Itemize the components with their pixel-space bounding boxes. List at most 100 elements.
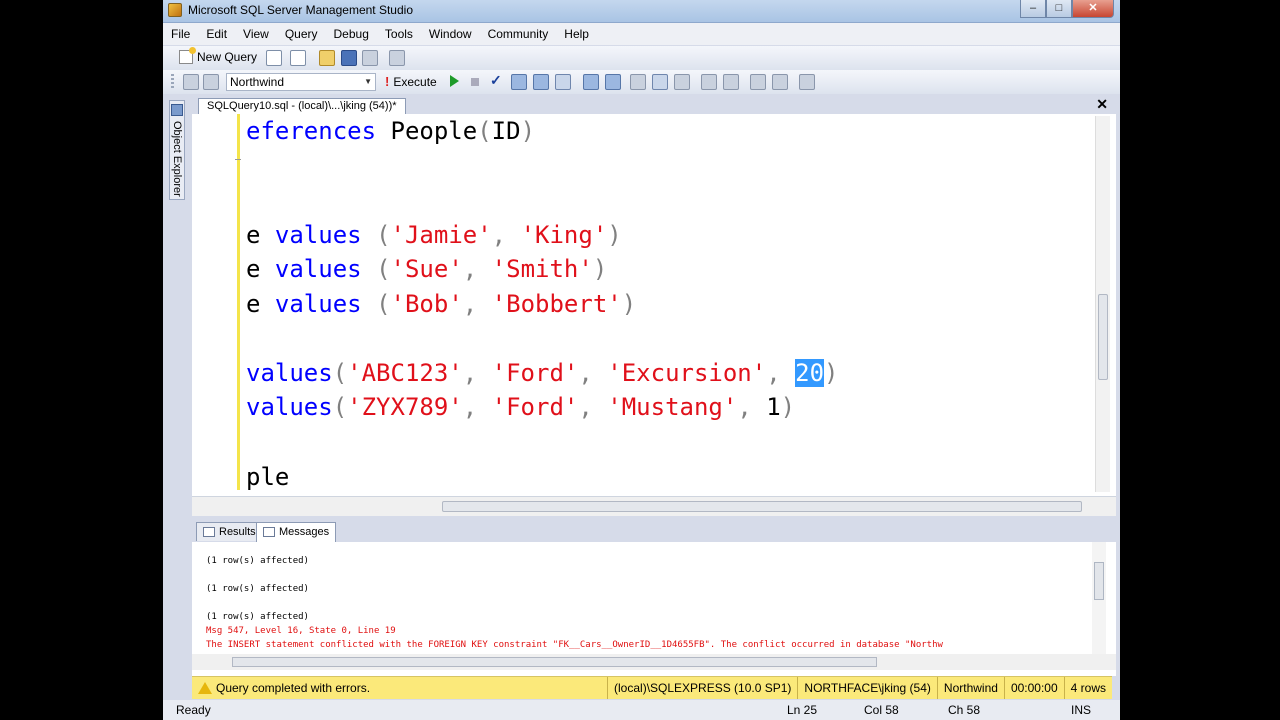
- warning-icon: [198, 682, 212, 694]
- display-estimated-plan-icon[interactable]: [511, 74, 527, 90]
- messages-icon: [263, 527, 275, 537]
- editor-horizontal-thumb[interactable]: [442, 501, 1082, 512]
- menu-help[interactable]: Help: [556, 27, 597, 41]
- analysis-query-icon[interactable]: [290, 50, 306, 66]
- specify-values-icon[interactable]: [772, 74, 788, 90]
- menu-edit[interactable]: Edit: [198, 27, 235, 41]
- code-token: ,: [737, 393, 767, 421]
- code-token: ple: [246, 463, 290, 491]
- database-engine-query-icon[interactable]: [266, 50, 282, 66]
- new-query-button[interactable]: New Query: [179, 47, 258, 64]
- decrease-indent-icon[interactable]: [723, 74, 739, 90]
- code-token: values: [274, 221, 377, 249]
- code-line: values('ABC123', 'Ford', 'Excursion', 20…: [246, 356, 838, 390]
- query-status-message: Query completed with errors.: [216, 681, 371, 695]
- close-document-icon[interactable]: ✕: [1096, 96, 1108, 113]
- code-area[interactable]: eferences People(ID) e values ('Jamie', …: [246, 114, 1096, 494]
- code-token: 'ZYX789': [347, 393, 463, 421]
- results-tab-strip: Results Messages: [192, 520, 1116, 543]
- menu-tools[interactable]: Tools: [377, 27, 421, 41]
- code-token: (: [332, 393, 348, 421]
- code-line: eferences People(ID): [246, 114, 535, 148]
- code-token: 1: [766, 393, 781, 421]
- debug-play-icon[interactable]: [450, 75, 459, 87]
- code-token: eferences: [246, 117, 391, 145]
- database-select-value: Northwind: [230, 75, 285, 89]
- editor-vertical-scrollbar[interactable]: [1095, 116, 1110, 492]
- database-select[interactable]: Northwind ▼: [226, 73, 376, 91]
- execute-button[interactable]: ! Execute: [385, 74, 437, 89]
- menu-community[interactable]: Community: [480, 27, 557, 41]
- tab-results[interactable]: Results: [196, 522, 263, 541]
- code-token: ): [621, 290, 637, 318]
- results-to-grid-icon[interactable]: [630, 74, 646, 90]
- code-token: ): [592, 255, 608, 283]
- code-token: ): [824, 359, 839, 387]
- message-line: (1 row(s) affected): [206, 556, 309, 566]
- code-token: e: [246, 255, 275, 283]
- menu-query[interactable]: Query: [277, 27, 326, 41]
- results-to-file-icon[interactable]: [652, 74, 668, 90]
- new-query-label: New Query: [197, 50, 258, 64]
- toolbar-options-icon[interactable]: [799, 74, 815, 90]
- tab-messages[interactable]: Messages: [256, 522, 337, 543]
- client-statistics-icon[interactable]: [583, 74, 599, 90]
- uncomment-icon[interactable]: [701, 74, 717, 90]
- cancel-query-icon[interactable]: [471, 78, 479, 86]
- code-token: People: [390, 117, 478, 145]
- execute-label: Execute: [393, 74, 437, 89]
- error-message-line: The INSERT statement conflicted with the…: [206, 640, 943, 650]
- document-tab-strip: SQLQuery10.sql - (local)\...\jking (54))…: [192, 96, 1116, 115]
- chevron-down-icon: ▼: [364, 77, 372, 86]
- messages-vertical-scrollbar[interactable]: [1092, 542, 1106, 654]
- object-explorer-icon: [171, 104, 183, 116]
- minimize-button[interactable]: –: [1020, 0, 1046, 18]
- menu-bar: File Edit View Query Debug Tools Window …: [163, 23, 1120, 45]
- parse-check-icon[interactable]: ✓: [490, 72, 502, 89]
- status-ready: Ready: [176, 703, 211, 717]
- code-token: ,: [766, 359, 796, 387]
- toolbar-grip[interactable]: [171, 74, 174, 90]
- menu-window[interactable]: Window: [421, 27, 480, 41]
- messages-pane[interactable]: (1 row(s) affected) (1 row(s) affected) …: [192, 542, 1116, 654]
- messages-vertical-thumb[interactable]: [1094, 562, 1104, 600]
- code-token: 'ABC123': [347, 359, 463, 387]
- save-icon[interactable]: [341, 50, 357, 66]
- change-connection-icon[interactable]: [203, 74, 219, 90]
- sql-editor[interactable]: eferences People(ID) e values ('Jamie', …: [192, 114, 1116, 496]
- document-tab[interactable]: SQLQuery10.sql - (local)\...\jking (54))…: [198, 98, 406, 115]
- print-icon[interactable]: [362, 50, 378, 66]
- new-query-icon: [179, 47, 196, 64]
- connect-icon[interactable]: [183, 74, 199, 90]
- editor-vertical-thumb[interactable]: [1098, 294, 1108, 380]
- title-bar: Microsoft SQL Server Management Studio –…: [163, 0, 1120, 23]
- editor-horizontal-scrollbar[interactable]: [192, 496, 1116, 517]
- menu-debug[interactable]: Debug: [326, 27, 377, 41]
- close-button[interactable]: ✕: [1072, 0, 1114, 18]
- menu-view[interactable]: View: [235, 27, 277, 41]
- editor-margin: [192, 114, 239, 496]
- code-token: (: [477, 117, 492, 145]
- results-to-text-icon[interactable]: [605, 74, 621, 90]
- query-designer-icon[interactable]: [533, 74, 549, 90]
- activity-monitor-icon[interactable]: [389, 50, 405, 66]
- increase-indent-icon[interactable]: [750, 74, 766, 90]
- messages-horizontal-thumb[interactable]: [232, 657, 877, 667]
- object-explorer-tab[interactable]: Object Explorer: [169, 100, 185, 200]
- line-marker: [235, 159, 241, 160]
- include-plan-icon[interactable]: [555, 74, 571, 90]
- code-token: ,: [491, 221, 521, 249]
- code-line: ple: [246, 460, 289, 494]
- status-column: Col 58: [864, 703, 899, 717]
- code-token: ID: [491, 117, 521, 145]
- code-token: 'Smith': [491, 255, 593, 283]
- menu-file[interactable]: File: [163, 27, 198, 41]
- code-line: values('ZYX789', 'Ford', 'Mustang', 1): [246, 390, 795, 424]
- code-line: e values ('Sue', 'Smith'): [246, 252, 607, 286]
- messages-horizontal-scrollbar[interactable]: [192, 654, 1116, 670]
- code-token: ,: [462, 393, 492, 421]
- open-file-icon[interactable]: [319, 50, 335, 66]
- code-token: 'Excursion': [607, 359, 767, 387]
- maximize-button[interactable]: □: [1046, 0, 1072, 18]
- comment-icon[interactable]: [674, 74, 690, 90]
